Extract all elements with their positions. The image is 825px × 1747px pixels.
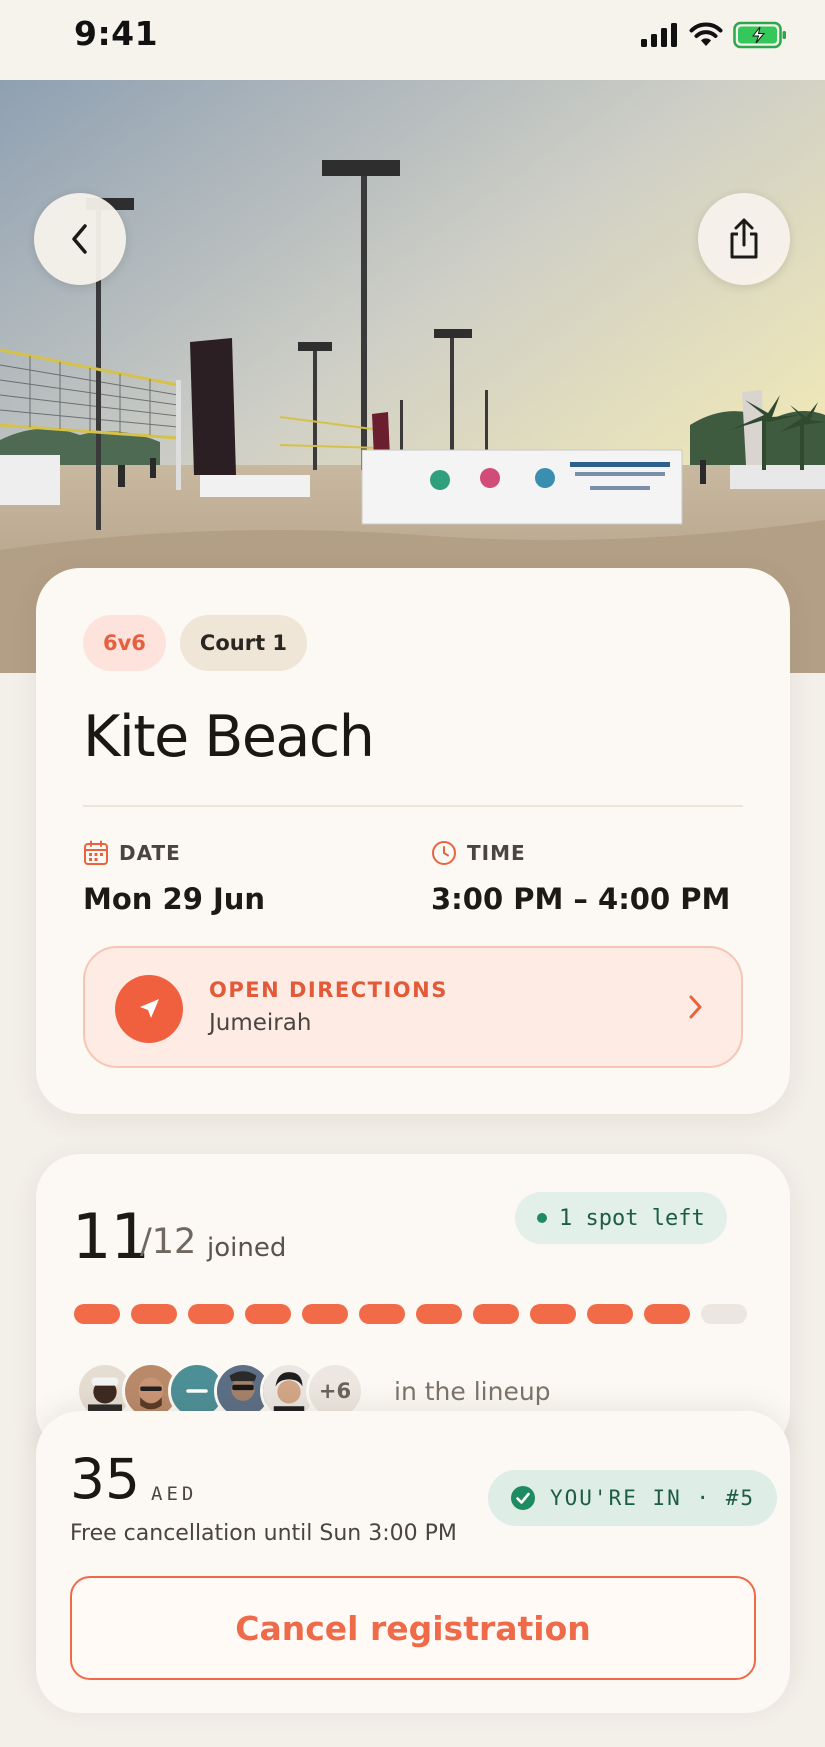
- venue-title: Kite Beach: [83, 704, 375, 770]
- date-label-row: DATE: [83, 840, 265, 866]
- registration-footer: 35 AED Free cancellation until Sun 3:00 …: [36, 1411, 790, 1713]
- capacity-slot-filled: [587, 1304, 633, 1324]
- format-chip: 6v6: [83, 615, 166, 671]
- navigation-arrow-icon: [115, 975, 183, 1043]
- date-label: DATE: [119, 841, 181, 865]
- joined-count: 11: [72, 1200, 150, 1273]
- event-info-card: 6v6 Court 1 Kite Beach DATE Mon 29 Jun T…: [36, 568, 790, 1114]
- status-bar: 9:41: [0, 0, 825, 80]
- chevron-left-icon: [72, 224, 87, 254]
- cancel-registration-button[interactable]: Cancel registration: [70, 1576, 756, 1680]
- time-value: 3:00 PM – 4:00 PM: [431, 882, 731, 916]
- event-chips: 6v6 Court 1: [83, 615, 308, 671]
- back-button[interactable]: [34, 193, 126, 285]
- status-time: 9:41: [74, 14, 159, 53]
- time-label: TIME: [467, 841, 526, 865]
- share-icon: [730, 218, 758, 259]
- chevron-right-icon: [689, 995, 702, 1019]
- calendar-icon: [84, 840, 108, 865]
- price-value: 35: [70, 1447, 140, 1511]
- divider: [83, 805, 743, 807]
- court-chip: Court 1: [179, 615, 308, 671]
- spots-left-text: 1 spot left: [559, 1205, 705, 1231]
- joined-label: joined: [207, 1233, 287, 1263]
- directions-area: Jumeirah: [209, 1010, 312, 1036]
- status-dot-icon: [537, 1213, 547, 1223]
- spots-left-badge: 1 spot left: [515, 1192, 727, 1244]
- wifi-icon: [689, 22, 723, 46]
- price-currency: AED: [151, 1483, 198, 1505]
- capacity-slot-filled: [416, 1304, 462, 1324]
- capacity-slot-filled: [245, 1304, 291, 1324]
- check-circle-icon: [511, 1486, 535, 1510]
- capacity-bar: [74, 1304, 747, 1324]
- date-block: DATE Mon 29 Jun: [83, 840, 265, 916]
- capacity-slot-filled: [530, 1304, 576, 1324]
- signal-icon: [641, 23, 677, 47]
- capacity-slot-filled: [131, 1304, 177, 1324]
- time-block: TIME 3:00 PM – 4:00 PM: [431, 840, 730, 916]
- directions-label: OPEN DIRECTIONS: [209, 978, 448, 1002]
- joined-total: /12: [140, 1222, 197, 1262]
- capacity-slot-filled: [473, 1304, 519, 1324]
- clock-icon: [432, 841, 456, 865]
- registration-status-text: YOU'RE IN · #5: [550, 1486, 756, 1510]
- cancellation-note: Free cancellation until Sun 3:00 PM: [70, 1521, 457, 1546]
- share-button[interactable]: [698, 193, 790, 285]
- capacity-slot-filled: [302, 1304, 348, 1324]
- capacity-slot-filled: [188, 1304, 234, 1324]
- time-label-row: TIME: [431, 840, 730, 866]
- status-icons: [641, 20, 787, 50]
- capacity-slot-filled: [74, 1304, 120, 1324]
- capacity-slot-empty: [701, 1304, 747, 1324]
- open-directions-button[interactable]: OPEN DIRECTIONS Jumeirah: [83, 946, 743, 1068]
- capacity-slot-filled: [644, 1304, 690, 1324]
- date-value: Mon 29 Jun: [83, 882, 266, 916]
- roster-card: 11 /12 joined 1 spot left +6 in the line…: [36, 1154, 790, 1454]
- battery-icon: [733, 21, 786, 49]
- registration-status-badge: YOU'RE IN · #5: [488, 1470, 778, 1526]
- lineup-text: in the lineup: [394, 1376, 551, 1406]
- capacity-slot-filled: [359, 1304, 405, 1324]
